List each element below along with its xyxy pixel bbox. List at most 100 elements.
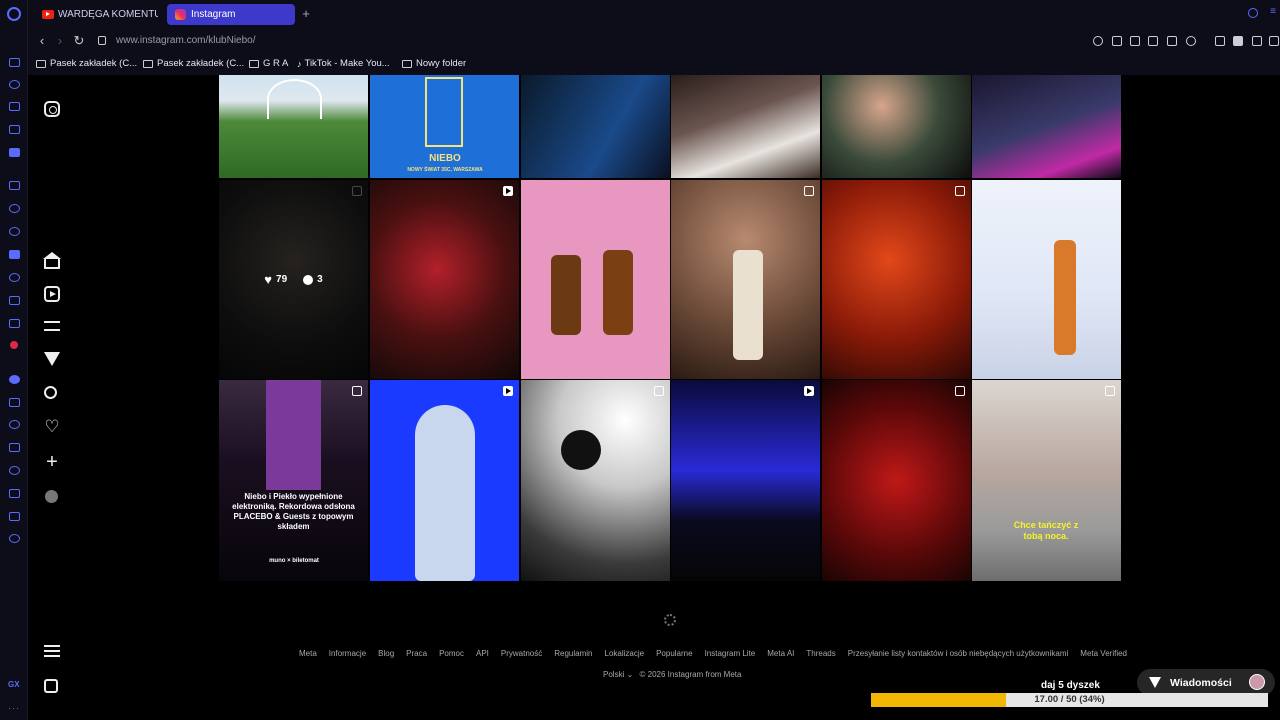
profile-icon[interactable] <box>1233 36 1243 46</box>
post-tile-hovered[interactable]: ♥ 79 3 <box>219 180 368 379</box>
sidebar-settings-icon[interactable] <box>9 534 20 543</box>
sidebar-extensions-icon[interactable] <box>9 512 20 521</box>
extensions-icon[interactable] <box>1215 36 1225 46</box>
sidebar-red-dot-icon[interactable] <box>10 341 18 349</box>
carousel-icon <box>1105 386 1115 396</box>
url-field[interactable]: www.instagram.com/klubNiebo/ <box>116 35 256 46</box>
post-tile[interactable] <box>671 75 820 178</box>
post-tile[interactable] <box>822 380 971 581</box>
footer-link[interactable]: Regulamin <box>554 649 592 658</box>
sidebar-gx-icon[interactable]: GX <box>8 680 20 689</box>
tab-bar: WARDĘGA KOMENTUJE - Instagram + ≡ <box>28 0 1280 29</box>
tab-youtube[interactable]: WARDĘGA KOMENTUJE - <box>34 4 158 25</box>
sidebar-twitch-icon[interactable] <box>9 125 20 134</box>
sidebar-spotify-icon[interactable] <box>9 375 20 384</box>
profile-avatar[interactable] <box>45 490 58 503</box>
more-menu-icon[interactable] <box>44 645 60 657</box>
footer-link[interactable]: Popularne <box>656 649 692 658</box>
instagram-logo-icon[interactable] <box>44 101 60 117</box>
language-select[interactable]: Polski <box>603 670 624 679</box>
explore-filter-icon[interactable] <box>44 321 60 331</box>
search-icon[interactable] <box>44 386 57 399</box>
post-tile[interactable]: NIEBO NOWY ŚWIAT 35C, WARSZAWA <box>370 75 519 178</box>
tab-instagram[interactable]: Instagram <box>167 4 295 25</box>
sidebar-wallet-icon[interactable] <box>9 443 20 452</box>
bookmark-item[interactable]: G R A <box>249 58 288 69</box>
bookmark-item[interactable]: Nowy folder <box>402 58 466 69</box>
sidebar-instagram-icon[interactable] <box>9 273 20 282</box>
tab-menu-icon[interactable]: ≡ <box>1270 6 1276 17</box>
sidebar-clock-icon[interactable] <box>9 466 20 475</box>
footer-link[interactable]: API <box>476 649 489 658</box>
footer-link[interactable]: Blog <box>378 649 394 658</box>
settings-icon[interactable] <box>1269 36 1279 46</box>
zoom-icon[interactable] <box>1093 36 1103 46</box>
sidebar-messenger-icon[interactable] <box>9 227 20 236</box>
snapshot-icon[interactable] <box>1130 36 1140 46</box>
post-tile[interactable] <box>671 380 820 581</box>
post-tile[interactable] <box>370 380 519 581</box>
sidebar-discord-icon[interactable] <box>9 250 20 259</box>
post-tile[interactable]: Niebo i Piekło wypełnione elektroniką. R… <box>219 380 368 581</box>
sidebar-x-icon[interactable] <box>9 296 20 305</box>
bookmark-item[interactable]: Pasek zakładek (C... <box>36 58 137 69</box>
post-tile[interactable] <box>822 180 971 379</box>
flow-icon[interactable] <box>1167 36 1177 46</box>
post-tile[interactable] <box>671 180 820 379</box>
back-button[interactable]: ‹ <box>34 33 50 49</box>
footer-link[interactable]: Meta <box>299 649 317 658</box>
new-tab-button[interactable]: + <box>298 6 314 22</box>
sidebar-play-icon[interactable] <box>9 398 20 407</box>
notifications-heart-icon[interactable]: ♡ <box>44 418 60 435</box>
post-tile[interactable] <box>822 75 971 178</box>
sidebar-heart-icon[interactable] <box>9 420 20 429</box>
shield-icon[interactable] <box>1148 36 1158 46</box>
reels-icon[interactable] <box>44 286 60 302</box>
footer-link[interactable]: Praca <box>406 649 427 658</box>
opera-logo-icon[interactable] <box>7 7 21 21</box>
post-tile[interactable] <box>370 180 519 379</box>
post-tile[interactable] <box>972 75 1121 178</box>
bookmark-item[interactable]: ♪ TikTok - Make You... <box>297 58 390 69</box>
sidebar-telegram-icon[interactable] <box>9 319 20 328</box>
sidebar-history-icon[interactable] <box>9 80 20 89</box>
post-tile[interactable] <box>521 75 670 178</box>
footer-link[interactable]: Prywatność <box>501 649 542 658</box>
footer-link[interactable]: Threads <box>806 649 835 658</box>
post-tile[interactable]: Chce tańczyć z tobą noca. <box>972 380 1121 581</box>
footer-link[interactable]: Instagram Lite <box>705 649 756 658</box>
sidebar-workspace-icon[interactable] <box>9 58 20 67</box>
sidebar-percent-icon[interactable] <box>9 204 20 213</box>
lock-icon[interactable] <box>98 36 106 45</box>
footer-link[interactable]: Informacje <box>329 649 366 658</box>
download-icon[interactable] <box>1252 36 1262 46</box>
bookmark-item[interactable]: Pasek zakładek (C... <box>143 58 244 69</box>
create-plus-icon[interactable]: + <box>44 452 60 472</box>
footer-link[interactable]: Meta Verified <box>1080 649 1127 658</box>
profile-post-grid: NIEBO NOWY ŚWIAT 35C, WARSZAWA ♥ 79 3 Ni… <box>219 75 1122 581</box>
forward-button[interactable]: › <box>52 33 68 49</box>
sidebar-app-icon[interactable] <box>9 148 20 157</box>
footer-link[interactable]: Pomoc <box>439 649 464 658</box>
likes-value: 79 <box>276 274 288 285</box>
post-headline: Niebo i Piekło wypełnione elektroniką. R… <box>232 492 355 531</box>
post-tile[interactable] <box>972 180 1121 379</box>
home-icon[interactable] <box>44 259 60 269</box>
direct-send-icon[interactable] <box>44 352 60 366</box>
pin-icon[interactable] <box>1112 36 1122 46</box>
sidebar-twitch-chat-icon[interactable] <box>9 181 20 190</box>
tab-search-icon[interactable] <box>1248 8 1258 18</box>
sidebar-more-icon[interactable]: ··· <box>8 703 20 713</box>
sidebar-download-icon[interactable] <box>9 489 20 498</box>
reload-button[interactable]: ↻ <box>71 33 87 49</box>
sidebar-bag-icon[interactable] <box>9 102 20 111</box>
messages-button[interactable]: Wiadomości <box>1137 669 1275 696</box>
footer-link[interactable]: Lokalizacje <box>605 649 645 658</box>
post-tile[interactable] <box>521 380 670 581</box>
footer-link[interactable]: Przesyłanie listy kontaktów i osób niebę… <box>848 649 1069 658</box>
post-tile[interactable] <box>219 75 368 178</box>
post-tile[interactable] <box>521 180 670 379</box>
footer-link[interactable]: Meta AI <box>767 649 794 658</box>
meta-apps-icon[interactable] <box>44 679 58 693</box>
heart-icon[interactable] <box>1186 36 1196 46</box>
